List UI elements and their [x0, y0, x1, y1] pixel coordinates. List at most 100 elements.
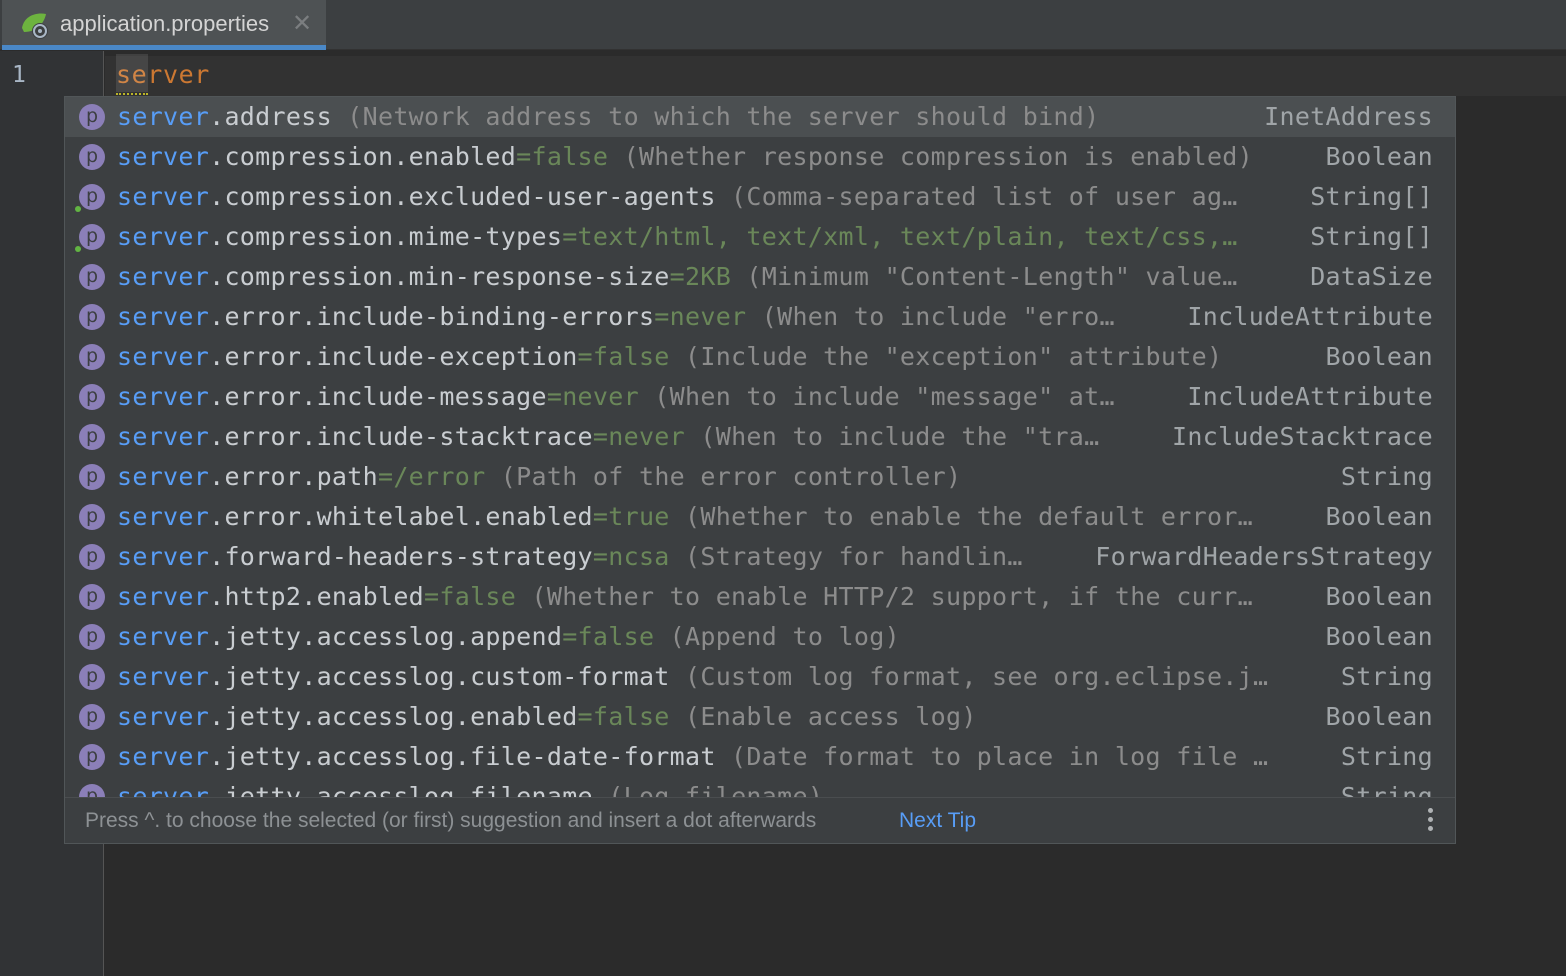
completion-item[interactable]: p server.jetty.accesslog.enabled=false (E…	[65, 697, 1455, 737]
property-icon: p	[79, 104, 105, 130]
completion-item-default: =false	[577, 342, 670, 371]
completion-item-text: server.error.include-binding-errors=neve…	[117, 302, 1115, 331]
property-icon: p	[79, 704, 105, 730]
completion-item-prefix: server	[117, 182, 210, 211]
status-dot	[75, 206, 81, 212]
completion-item-description: (Minimum "Content-Length" value…	[731, 262, 1238, 291]
current-line-highlight	[105, 56, 1566, 96]
completion-item-default: =false	[577, 702, 670, 731]
completion-item-prefix: server	[117, 742, 210, 771]
completion-item[interactable]: p server.error.include-binding-errors=nev…	[65, 297, 1455, 337]
completion-item-prefix: server	[117, 422, 210, 451]
completion-item-text: server.forward-headers-strategy=ncsa (St…	[117, 542, 1023, 571]
property-icon: p	[79, 664, 105, 690]
completion-item-type: IncludeAttribute	[1187, 382, 1433, 411]
completion-item[interactable]: p server.error.path=/error (Path of the e…	[65, 457, 1455, 497]
property-icon: p	[79, 744, 105, 770]
completion-item-type: IncludeStacktrace	[1172, 422, 1433, 451]
completion-item-description: (Enable access log)	[669, 702, 977, 731]
completion-item-type: String	[1340, 462, 1433, 491]
completion-item-default: =/error	[377, 462, 486, 491]
completion-item-text: server.jetty.accesslog.file-date-format …	[117, 742, 1268, 771]
completion-list[interactable]: p server.address (Network address to whic…	[65, 97, 1455, 797]
completion-item-prefix: server	[117, 502, 210, 531]
property-icon-letter: p	[85, 105, 99, 127]
property-icon-letter: p	[85, 505, 99, 527]
completion-item[interactable]: p server.error.include-stacktrace=never (…	[65, 417, 1455, 457]
completion-item-default: =2KB	[669, 262, 732, 291]
completion-item-name: .compression.mime-types	[209, 222, 563, 251]
completion-item-name: .error.include-message	[209, 382, 547, 411]
next-tip-link[interactable]: Next Tip	[899, 809, 976, 833]
property-icon: p	[79, 544, 105, 570]
completion-item[interactable]: p server.compression.mime-types=text/html…	[65, 217, 1455, 257]
code-text[interactable]: server	[116, 54, 210, 92]
completion-item-name: .error.include-exception	[209, 342, 578, 371]
property-icon-letter: p	[85, 385, 99, 407]
completion-item-name: .jetty.accesslog.file-date-format	[209, 742, 716, 771]
completion-item[interactable]: p server.compression.enabled=false (Wheth…	[65, 137, 1455, 177]
property-icon: p	[79, 304, 105, 330]
completion-item-text: server.jetty.accesslog.enabled=false (En…	[117, 702, 977, 731]
property-icon: p	[79, 264, 105, 290]
completion-item-default: =false	[424, 582, 517, 611]
completion-item-text: server.jetty.accesslog.append=false (App…	[117, 622, 900, 651]
property-icon: p	[79, 424, 105, 450]
completion-item-text: server.error.include-stacktrace=never (W…	[117, 422, 1100, 451]
property-icon-letter: p	[85, 785, 99, 797]
tab-application-properties[interactable]: application.properties ✕	[2, 0, 326, 50]
completion-item-description: (Network address to which the server sho…	[331, 102, 1100, 131]
close-icon[interactable]: ✕	[292, 9, 312, 38]
completion-item[interactable]: p server.forward-headers-strategy=ncsa (S…	[65, 537, 1455, 577]
completion-item[interactable]: p server.jetty.accesslog.custom-format (C…	[65, 657, 1455, 697]
property-icon: p	[79, 624, 105, 650]
completion-item-prefix: server	[117, 702, 210, 731]
text-cursor	[116, 54, 148, 92]
completion-item-prefix: server	[117, 462, 210, 491]
completion-item[interactable]: p server.compression.min-response-size=2K…	[65, 257, 1455, 297]
completion-item-text: server.http2.enabled=false (Whether to e…	[117, 582, 1253, 611]
completion-item-prefix: server	[117, 542, 210, 571]
property-icon-letter: p	[85, 545, 99, 567]
completion-item[interactable]: p server.http2.enabled=false (Whether to …	[65, 577, 1455, 617]
completion-item-name: .error.whitelabel.enabled	[209, 502, 593, 531]
completion-item-prefix: server	[117, 102, 210, 131]
completion-item-text: server.compression.mime-types=text/html,…	[117, 222, 1238, 251]
property-icon-letter: p	[85, 625, 99, 647]
completion-item-name: .jetty.accesslog.enabled	[209, 702, 578, 731]
completion-item[interactable]: p server.error.include-message=never (Whe…	[65, 377, 1455, 417]
completion-item-description: (Comma-separated list of user ag…	[715, 182, 1238, 211]
property-icon: p	[79, 144, 105, 170]
completion-item[interactable]: p server.jetty.accesslog.append=false (Ap…	[65, 617, 1455, 657]
completion-item[interactable]: p server.jetty.accesslog.file-date-format…	[65, 737, 1455, 777]
completion-item-description: (When to include the "tra…	[685, 422, 1100, 451]
completion-item-name: .http2.enabled	[209, 582, 425, 611]
completion-item-name: .error.include-stacktrace	[209, 422, 593, 451]
warning-squiggle	[116, 89, 148, 95]
line-number: 1	[12, 62, 26, 88]
completion-item-type: Boolean	[1325, 582, 1433, 611]
spring-leaf-icon	[22, 13, 48, 39]
property-icon: p	[79, 784, 105, 797]
completion-item-text: server.jetty.accesslog.filename (Log fil…	[117, 782, 823, 797]
completion-item-default: =false	[562, 622, 655, 651]
completion-item[interactable]: p server.error.whitelabel.enabled=true (W…	[65, 497, 1455, 537]
completion-item-default: =never	[592, 422, 686, 451]
completion-item-type: Boolean	[1325, 342, 1433, 371]
completion-item-default: =false	[516, 142, 609, 171]
completion-item-name: .compression.enabled	[209, 142, 517, 171]
completion-item-type: String	[1340, 782, 1433, 797]
property-icon-letter: p	[85, 465, 99, 487]
property-icon: p	[75, 184, 105, 212]
completion-item-text: server.compression.excluded-user-agents …	[117, 182, 1238, 211]
completion-item[interactable]: p server.compression.excluded-user-agents…	[65, 177, 1455, 217]
property-icon-letter: p	[85, 225, 99, 247]
more-vertical-icon[interactable]	[1425, 808, 1435, 836]
completion-item-description: (Date format to place in log file …	[715, 742, 1269, 771]
property-icon-letter: p	[85, 345, 99, 367]
completion-item[interactable]: p server.error.include-exception=false (I…	[65, 337, 1455, 377]
property-icon-letter: p	[85, 745, 99, 767]
completion-item-description: (When to include "message" at…	[638, 382, 1115, 411]
completion-item[interactable]: p server.jetty.accesslog.filename (Log fi…	[65, 777, 1455, 797]
completion-item[interactable]: p server.address (Network address to whic…	[65, 97, 1455, 137]
